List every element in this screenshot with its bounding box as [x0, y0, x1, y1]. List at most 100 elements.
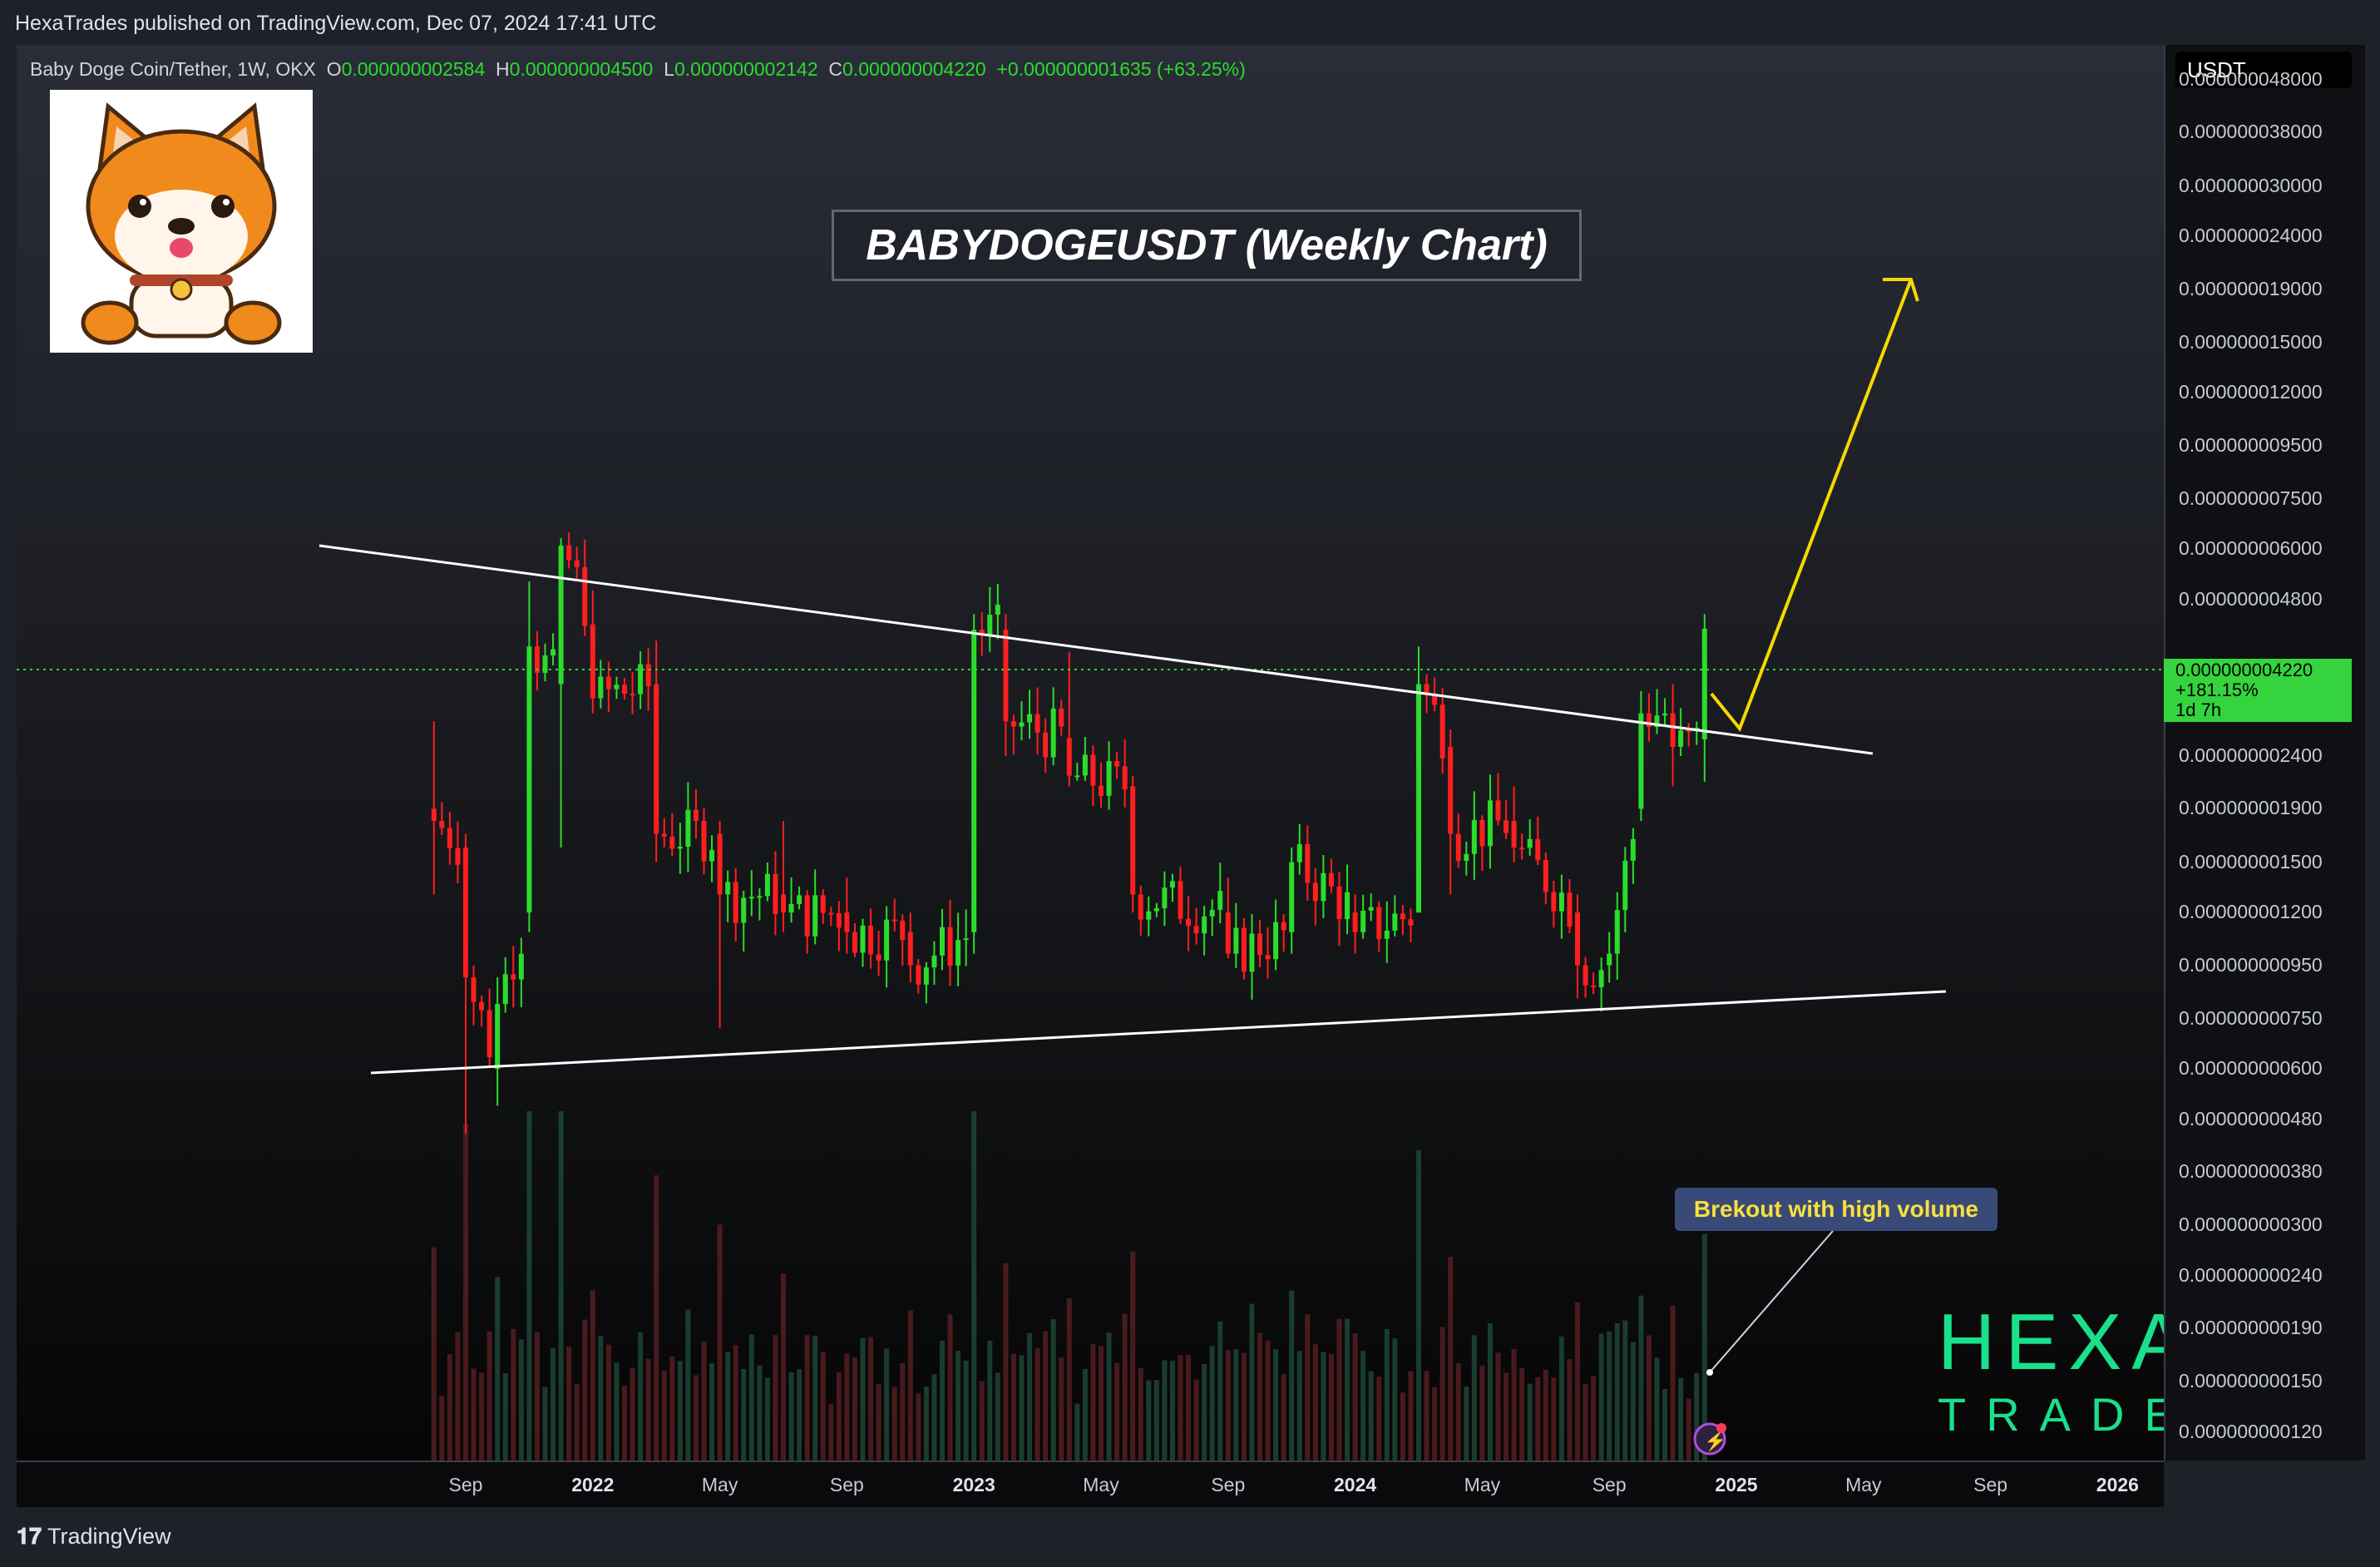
- volume-bar: [551, 1348, 556, 1461]
- time-tick: 2022: [571, 1474, 615, 1495]
- candle-body: [1217, 891, 1223, 910]
- candle-body: [1003, 630, 1009, 722]
- volume-bar: [447, 1354, 452, 1461]
- volume-bar: [764, 1377, 770, 1461]
- volume-bar: [1241, 1352, 1247, 1461]
- volume-bar: [1543, 1369, 1548, 1461]
- volume-bar: [1416, 1150, 1421, 1461]
- volume-bar: [884, 1348, 890, 1461]
- candle-body: [1043, 732, 1049, 758]
- volume-bar: [1146, 1380, 1152, 1461]
- price-tick: 0.000000004800: [2179, 587, 2323, 610]
- candle-body: [439, 821, 445, 828]
- symbol-legend: Baby Doge Coin/Tether, 1W, OKX O0.000000…: [30, 58, 1246, 81]
- volume-bar: [1296, 1351, 1302, 1461]
- volume-bar: [1281, 1374, 1286, 1461]
- high-value: 0.000000004500: [509, 58, 654, 80]
- candle-body: [884, 919, 890, 961]
- volume-bar: [638, 1332, 644, 1461]
- volume-bar: [1122, 1313, 1128, 1461]
- candle-body: [1273, 922, 1279, 960]
- volume-bar: [1202, 1364, 1207, 1461]
- volume-bar: [804, 1334, 810, 1461]
- price-tick: 0.000000000950: [2179, 953, 2323, 976]
- volume-bar: [677, 1361, 683, 1461]
- volume-bar: [1130, 1251, 1136, 1461]
- candle-body: [820, 895, 826, 913]
- volume-bar: [1654, 1357, 1660, 1461]
- candle-body: [495, 1004, 501, 1070]
- time-tick: May: [701, 1474, 738, 1495]
- candle-body: [1312, 882, 1318, 902]
- volume-bar: [566, 1346, 572, 1461]
- publish-header: HexaTrades published on TradingView.com,…: [0, 0, 2380, 45]
- candle-body: [1050, 708, 1056, 758]
- annotation-pointer-dot: [1706, 1369, 1713, 1376]
- volume-bar: [963, 1360, 969, 1461]
- last-price-label: 0.000000004220 +181.15% 1d 7h: [2164, 659, 2352, 722]
- candle-body: [1059, 708, 1064, 727]
- candle-body: [797, 895, 802, 904]
- price-tick: 0.000000012000: [2179, 381, 2323, 403]
- volume-bar: [574, 1383, 580, 1461]
- volume-bar: [907, 1310, 913, 1461]
- volume-bar: [1686, 1398, 1691, 1461]
- candle-body: [1321, 872, 1326, 902]
- candle-body: [804, 895, 810, 937]
- volume-bar: [748, 1334, 754, 1461]
- volume-bar: [1622, 1320, 1628, 1461]
- volume-bars: [431, 1111, 1707, 1461]
- candle-body: [1376, 907, 1382, 939]
- chart-pane[interactable]: ⚡ Baby Doge Coin/Tether, 1W, OKX O0.0000…: [17, 45, 2164, 1461]
- volume-bar: [1614, 1323, 1620, 1461]
- volume-bar: [1400, 1392, 1405, 1461]
- candle-body: [1249, 933, 1255, 972]
- candle-body: [1678, 729, 1684, 747]
- hexa-trades-logo: HEXA TRADES: [1938, 1299, 2164, 1461]
- volume-bar: [868, 1337, 874, 1461]
- candle-body: [638, 664, 644, 695]
- svg-text:⚡: ⚡: [1704, 1431, 1726, 1452]
- candle-body: [486, 1010, 492, 1058]
- candle-body: [1114, 761, 1120, 767]
- breakout-annotation: Brekout with high volume: [1675, 1188, 1997, 1231]
- volume-bar: [931, 1374, 937, 1461]
- volume-bar: [947, 1314, 953, 1461]
- candle-body: [1233, 927, 1239, 954]
- volume-bar: [654, 1175, 659, 1461]
- candle-body: [677, 846, 683, 849]
- volume-bar: [812, 1335, 818, 1461]
- candle-body: [1583, 965, 1588, 986]
- candle-body: [669, 836, 675, 849]
- candle-body: [630, 694, 635, 696]
- time-axis[interactable]: Sep 2022 May Sep 2023 May Sep 2024 May Sep 2025 May…: [17, 1461, 2164, 1509]
- last-price-value: 0.000000004220: [2175, 660, 2313, 680]
- change-value: +0.000000001635 (+63.25%): [996, 58, 1246, 80]
- volume-bar: [669, 1356, 675, 1461]
- volume-bar: [1336, 1318, 1342, 1461]
- volume-bar: [1384, 1328, 1390, 1461]
- candles: [431, 532, 1707, 1134]
- candle-body: [1567, 892, 1573, 927]
- volume-bar: [1464, 1386, 1469, 1461]
- volume-bar: [860, 1337, 866, 1461]
- candle-body: [1099, 785, 1104, 796]
- candle-body: [1034, 714, 1040, 733]
- tradingview-logo[interactable]: 𝟏𝟕 TradingView: [17, 1524, 171, 1550]
- candle-body: [574, 560, 580, 567]
- price-axis[interactable]: USDT 0.000000048000 0.000000038000 0.00000…: [2164, 45, 2365, 1461]
- volume-bar: [439, 1395, 445, 1461]
- volume-bar: [1003, 1263, 1009, 1461]
- candle-body: [987, 615, 993, 635]
- volume-bar: [717, 1224, 723, 1461]
- price-tick: 0.000000001900: [2179, 797, 2323, 819]
- candle-body: [1519, 848, 1525, 850]
- candle-body: [868, 925, 874, 955]
- volume-bar: [1392, 1338, 1398, 1461]
- volume-bar: [1169, 1361, 1175, 1461]
- time-tick: Sep: [1211, 1474, 1246, 1495]
- volume-bar: [940, 1340, 945, 1461]
- candle-body: [431, 808, 437, 822]
- candle-body: [1146, 911, 1152, 920]
- volume-bar: [725, 1352, 731, 1461]
